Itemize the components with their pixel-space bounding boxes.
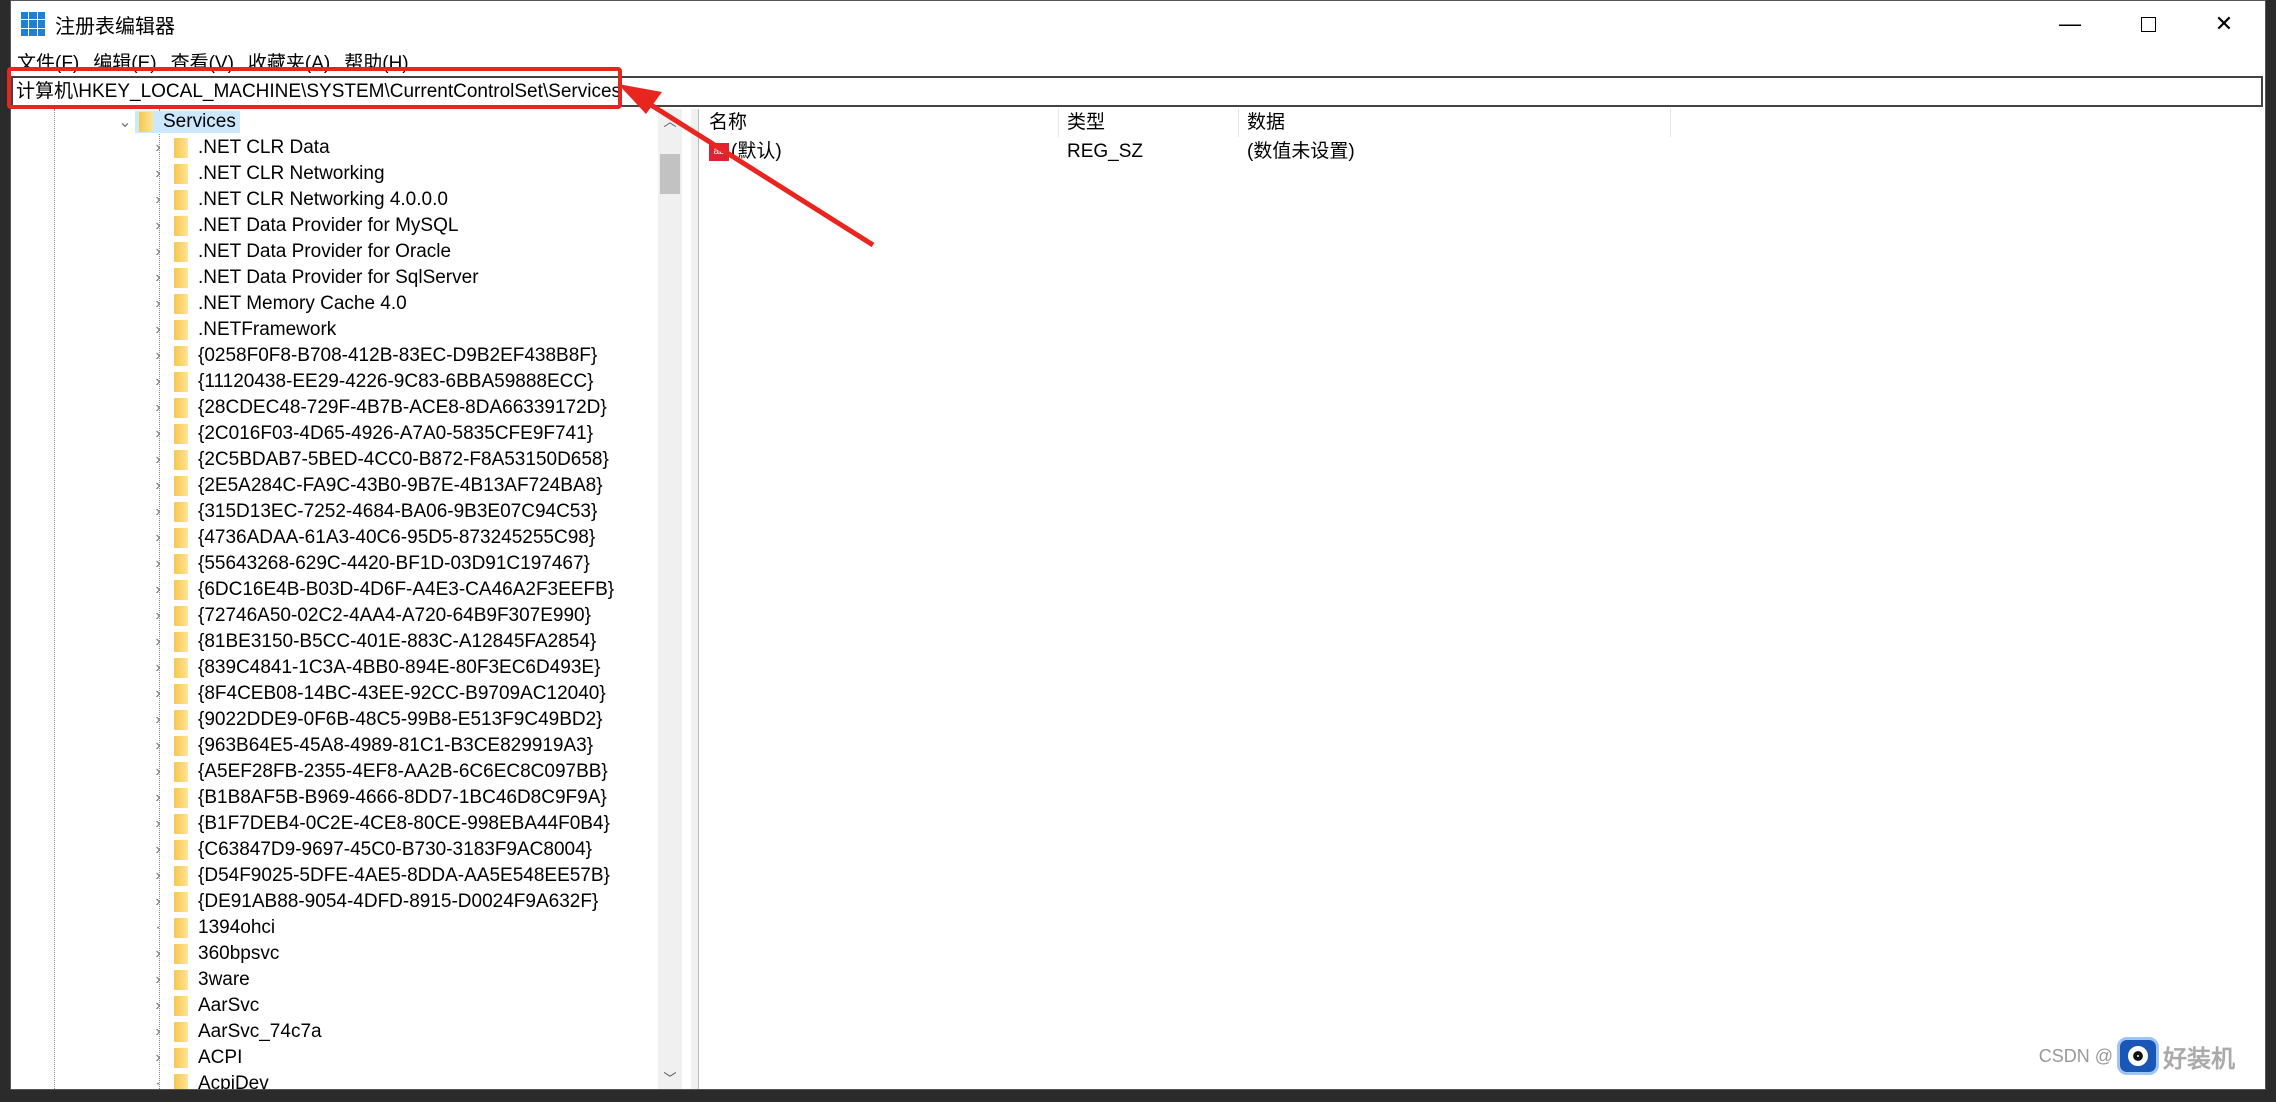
annotation-arrow <box>618 84 875 248</box>
arrow-shaft <box>638 95 875 248</box>
